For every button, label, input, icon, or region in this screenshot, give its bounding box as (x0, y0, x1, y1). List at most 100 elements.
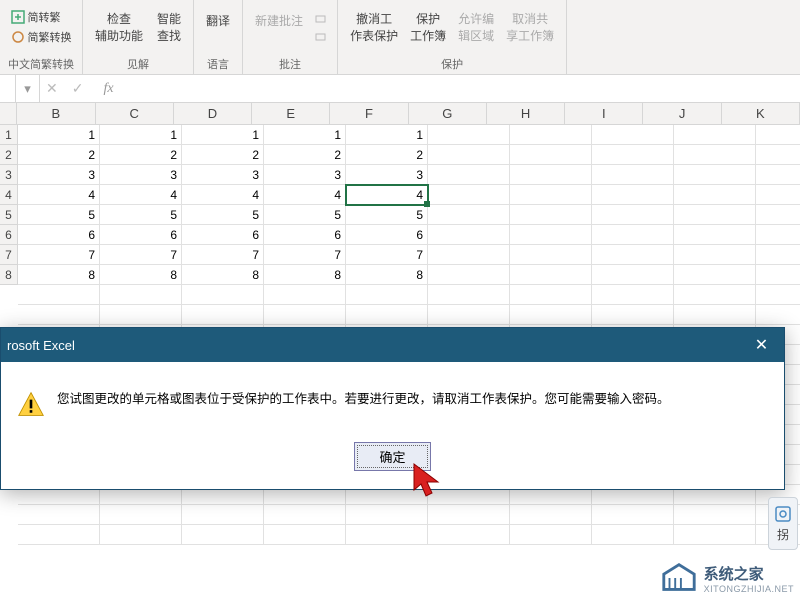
cell[interactable]: 6 (18, 225, 100, 245)
fx-icon[interactable]: fx (97, 81, 119, 97)
smart-lookup-button[interactable]: 智能查找 (153, 8, 185, 46)
cell[interactable] (674, 285, 756, 305)
cell[interactable] (346, 505, 428, 525)
cell[interactable]: 2 (100, 145, 182, 165)
cell[interactable] (674, 525, 756, 545)
cell[interactable]: 3 (182, 165, 264, 185)
cell[interactable]: 5 (264, 205, 346, 225)
cell[interactable] (264, 285, 346, 305)
cell[interactable]: 7 (182, 245, 264, 265)
protect-workbook-button[interactable]: 保护工作簿 (406, 8, 450, 46)
cell[interactable] (592, 265, 674, 285)
cell[interactable]: 5 (346, 205, 428, 225)
cell[interactable]: 8 (182, 265, 264, 285)
cell[interactable] (182, 505, 264, 525)
cell[interactable] (756, 225, 800, 245)
enter-icon[interactable]: ✓ (72, 80, 84, 97)
cell[interactable] (18, 505, 100, 525)
cell[interactable] (428, 125, 510, 145)
cell[interactable] (592, 525, 674, 545)
cell[interactable] (428, 145, 510, 165)
cell[interactable]: 8 (18, 265, 100, 285)
cell[interactable]: 6 (100, 225, 182, 245)
cell[interactable] (182, 285, 264, 305)
cell[interactable] (756, 125, 800, 145)
cell[interactable]: 5 (100, 205, 182, 225)
cell[interactable] (674, 185, 756, 205)
cell[interactable]: 3 (18, 165, 100, 185)
cell[interactable]: 4 (264, 185, 346, 205)
col-header[interactable]: K (722, 103, 800, 124)
cell[interactable] (510, 145, 592, 165)
cell[interactable] (674, 245, 756, 265)
cell[interactable] (592, 225, 674, 245)
cell[interactable] (428, 225, 510, 245)
cell[interactable]: 8 (346, 265, 428, 285)
cell[interactable]: 2 (264, 145, 346, 165)
row-header[interactable]: 7 (0, 245, 18, 265)
cell[interactable] (100, 285, 182, 305)
cell[interactable] (674, 165, 756, 185)
cell[interactable] (264, 505, 346, 525)
cell[interactable]: 4 (100, 185, 182, 205)
cell[interactable] (428, 305, 510, 325)
cell[interactable] (100, 305, 182, 325)
comment-nav[interactable] (315, 11, 329, 43)
select-all-corner[interactable] (0, 103, 17, 124)
cell[interactable] (592, 285, 674, 305)
cell[interactable]: 1 (264, 125, 346, 145)
cell[interactable] (428, 185, 510, 205)
cell[interactable]: 7 (264, 245, 346, 265)
row-header[interactable]: 5 (0, 205, 18, 225)
col-header[interactable]: H (487, 103, 565, 124)
close-button[interactable]: ✕ (739, 328, 784, 362)
cell[interactable] (592, 245, 674, 265)
cell[interactable] (674, 505, 756, 525)
cell[interactable] (346, 285, 428, 305)
cell[interactable] (428, 505, 510, 525)
cell[interactable]: 1 (100, 125, 182, 145)
cell[interactable] (264, 305, 346, 325)
cell[interactable] (592, 305, 674, 325)
cell[interactable]: 5 (18, 205, 100, 225)
cell[interactable]: 4 (18, 185, 100, 205)
cell[interactable] (510, 165, 592, 185)
cell[interactable] (18, 525, 100, 545)
cell[interactable] (510, 305, 592, 325)
cell[interactable] (592, 125, 674, 145)
cell[interactable] (510, 225, 592, 245)
cell[interactable]: 3 (264, 165, 346, 185)
cell[interactable] (428, 165, 510, 185)
cell[interactable]: 2 (346, 145, 428, 165)
col-header[interactable]: F (330, 103, 408, 124)
cell[interactable]: 1 (182, 125, 264, 145)
cell[interactable] (510, 245, 592, 265)
col-header[interactable]: G (409, 103, 487, 124)
cell[interactable] (100, 505, 182, 525)
cell[interactable] (592, 185, 674, 205)
cell[interactable]: 6 (346, 225, 428, 245)
cell[interactable]: 8 (264, 265, 346, 285)
cell[interactable] (346, 305, 428, 325)
cell[interactable] (100, 525, 182, 545)
cell[interactable] (592, 505, 674, 525)
cell[interactable]: 2 (18, 145, 100, 165)
cell[interactable]: 1 (346, 125, 428, 145)
cancel-icon[interactable]: ✕ (46, 80, 58, 97)
cell[interactable] (510, 185, 592, 205)
cell[interactable] (756, 285, 800, 305)
cell[interactable] (756, 305, 800, 325)
cell[interactable]: 2 (182, 145, 264, 165)
cell[interactable] (428, 265, 510, 285)
cell[interactable] (592, 205, 674, 225)
cell[interactable] (182, 305, 264, 325)
cell[interactable]: 7 (18, 245, 100, 265)
col-header[interactable]: E (252, 103, 330, 124)
cell[interactable]: 6 (264, 225, 346, 245)
cell[interactable] (674, 305, 756, 325)
cell[interactable]: 8 (100, 265, 182, 285)
cell[interactable]: 7 (100, 245, 182, 265)
cell[interactable] (428, 205, 510, 225)
cell[interactable] (428, 525, 510, 545)
cell[interactable]: 3 (100, 165, 182, 185)
